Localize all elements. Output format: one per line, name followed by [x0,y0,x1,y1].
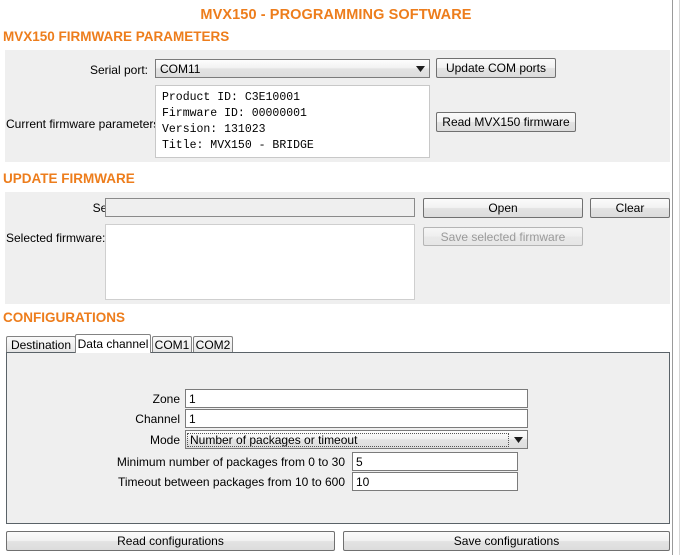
selected-firmware-label: Selected firmware: [6,231,106,245]
save-selected-firmware-button[interactable]: Save selected firmware [423,227,583,246]
tab-data-channel[interactable]: Data channel [75,334,151,353]
tab-com2[interactable]: COM2 [193,336,233,353]
timeout-between-packages-input[interactable] [352,472,518,491]
serial-port-dropdown[interactable]: COM11 [155,59,430,78]
mode-value: Number of packages or timeout [187,432,509,447]
mode-dropdown[interactable]: Number of packages or timeout [185,430,528,449]
minimum-packages-input[interactable] [352,452,518,471]
tab-com1[interactable]: COM1 [152,336,192,353]
serial-port-value: COM11 [160,61,201,76]
read-mvx150-firmware-button[interactable]: Read MVX150 firmware [436,112,576,132]
clear-button[interactable]: Clear [590,198,670,218]
open-button[interactable]: Open [423,198,583,218]
channel-label: Channel [135,412,180,426]
serial-port-label: Serial port: [89,63,148,77]
zone-input[interactable] [185,389,528,408]
tab-destination[interactable]: Destination [6,336,76,353]
section-heading-configurations: CONFIGURATIONS [3,310,125,325]
current-firmware-parameters-label: Current firmware parameters: [6,117,163,131]
save-configurations-button[interactable]: Save configurations [343,531,670,551]
select-file-input[interactable] [105,198,415,217]
current-firmware-parameters-readout: Product ID: C3E10001 Firmware ID: 000000… [155,85,430,158]
channel-input[interactable] [185,409,528,428]
update-com-ports-button[interactable]: Update COM ports [436,58,556,78]
chevron-down-icon [412,65,429,72]
application-window: MVX150 - PROGRAMMING SOFTWARE MVX150 FIR… [0,0,680,555]
zone-label: Zone [152,392,180,406]
mode-label: Mode [149,433,180,447]
window-right-border [672,0,673,555]
chevron-down-icon [510,436,527,443]
section-heading-firmware-parameters: MVX150 FIRMWARE PARAMETERS [3,29,230,44]
read-configurations-button[interactable]: Read configurations [6,531,335,551]
page-title: MVX150 - PROGRAMMING SOFTWARE [200,7,472,23]
minimum-packages-label: Minimum number of packages from 0 to 30 [116,455,345,469]
timeout-between-packages-label: Timeout between packages from 10 to 600 [117,475,345,489]
configurations-tabstrip: Destination Data channel COM1 COM2 [6,334,670,353]
section-heading-update-firmware: UPDATE FIRMWARE [3,171,135,186]
selected-firmware-textarea[interactable] [105,224,415,300]
